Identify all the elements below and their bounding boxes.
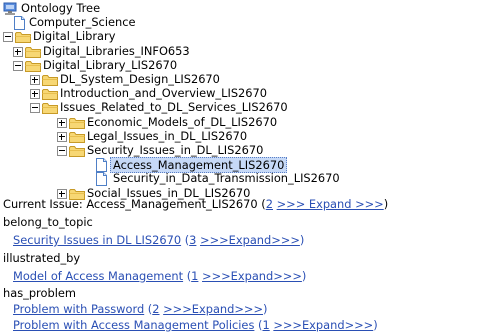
count-link[interactable]: 1 [262,318,269,332]
tree-item-label: Introduction_and_Overview_LIS2670 [60,86,268,101]
tree-item-label: Issues_Related_to_DL_Services_LIS2670 [60,100,288,115]
collapse-toggle-icon[interactable] [3,32,13,43]
collapse-toggle-icon[interactable] [13,60,23,71]
current-issue-expand-link[interactable]: >>> Expand >>> [277,197,384,211]
folder-icon [25,46,41,58]
expand-toggle-icon[interactable] [13,46,23,57]
paren-close: ) [299,233,305,247]
problem-link[interactable]: Problem with Password [13,302,144,316]
expand-link[interactable]: >>>Expand>>> [200,233,300,247]
folder-icon [42,89,58,101]
tree-title: Ontology Tree [21,1,101,15]
tree-item-label: Legal_Issues_in_DL_LIS2670 [87,128,248,143]
tree-item-label: Security_Issues_in_DL_LIS2670 [87,143,264,157]
relation-item: Security Issues in DL LIS2670 (3 >>>Expa… [13,232,304,248]
document-icon [96,172,107,187]
expand-link[interactable]: >>>Expand>>> [202,269,302,283]
expand-toggle-icon[interactable] [57,131,67,142]
folder-icon [42,75,58,86]
paren-open: ( [181,233,190,247]
relation-item: Problem with Access Management Policies … [13,317,378,333]
section-heading-illustrated-by: illustrated_by [3,250,80,266]
section-heading: has_problem [3,286,76,300]
folder-icon [69,117,85,129]
paren-close: ) [383,197,389,211]
paren-open: ( [183,269,192,283]
section-heading-has-problem: has_problem [3,285,76,301]
paren-close: ) [263,302,268,316]
section-heading: illustrated_by [3,251,81,265]
paren-close: ) [373,318,378,332]
expand-toggle-icon[interactable] [57,117,67,128]
document-icon [14,16,25,31]
relation-item: Problem with Password (2 >>>Expand>>>) [13,301,267,317]
tree-item-label: Economic_Models_of_DL_LIS2670 [87,114,278,129]
paren-close: ) [301,269,307,283]
folder-open-icon [25,60,41,72]
collapse-toggle-icon[interactable] [30,103,40,114]
expand-toggle-icon[interactable] [30,89,40,100]
folder-icon [69,131,85,143]
expand-link[interactable]: >>>Expand>>> [273,318,373,332]
folder-open-icon [69,146,85,157]
folder-open-icon [15,32,31,44]
document-icon [96,158,107,173]
folder-open-icon [42,103,58,115]
expand-toggle-icon[interactable] [30,75,40,85]
section-heading-belong-to-topic: belong_to_topic [3,214,93,230]
section-heading: belong_to_topic [3,215,93,229]
tree-item-label: DL_System_Design_LIS2670 [60,72,220,86]
model-link-access-management[interactable]: Model of Access Management [13,269,183,283]
ontology-tree-icon [3,2,17,15]
current-issue-row: Current Issue: Access_Management_LIS2670… [3,196,388,212]
count-link[interactable]: 2 [152,302,159,316]
current-issue-label: Current Issue: Access_Management_LIS2670 [3,197,258,211]
tree-item-label: Digital_Libraries_INFO653 [43,43,190,58]
ontology-tree: Ontology Tree Computer_Science Digital_L… [0,0,502,200]
topic-link-security-issues[interactable]: Security Issues in DL LIS2670 [13,233,181,247]
tree-item-label: Digital_Library [33,29,116,44]
tree-item-label: Security_in_Data_Transmission_LIS2670 [113,171,340,186]
problem-link[interactable]: Problem with Access Management Policies [13,318,254,332]
count-link[interactable]: 3 [189,233,196,247]
tree-item-label: Computer_Science [29,15,136,30]
count-link[interactable]: 1 [191,269,198,283]
relation-item: Model of Access Management (1 >>>Expand>… [13,268,306,284]
current-issue-count-link[interactable]: 2 [266,197,273,211]
tree-item-label: Digital_Library_LIS2670 [43,57,178,72]
collapse-toggle-icon[interactable] [57,146,67,156]
expand-link[interactable]: >>>Expand>>> [163,302,263,316]
